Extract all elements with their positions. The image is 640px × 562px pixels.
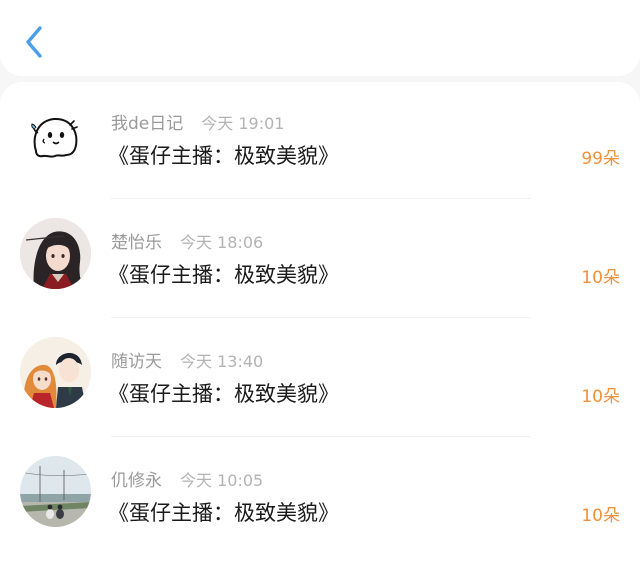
gift-list: 我de日记 今天 19:01 《蛋仔主播：极致美貌》 99朵 楚怡乐 今天 18:0… — [0, 82, 640, 562]
avatar[interactable] — [20, 99, 91, 170]
landscape-photo-avatar-icon — [20, 456, 91, 527]
timestamp: 今天 13:40 — [180, 352, 264, 371]
divider — [111, 317, 531, 318]
list-item[interactable]: 仉修永 今天 10:05 《蛋仔主播：极致美貌》 10朵 — [0, 439, 640, 558]
sender-name[interactable]: 仉修永 — [111, 471, 162, 491]
back-button[interactable] — [14, 20, 54, 64]
flower-count: 10朵 — [581, 268, 620, 288]
list-item[interactable]: 随访天 今天 13:40 《蛋仔主播：极致美貌》 10朵 — [0, 320, 640, 439]
sender-line: 楚怡乐 今天 18:06 — [111, 228, 264, 253]
sender-name[interactable]: 我de日记 — [111, 114, 183, 134]
anime-couple-avatar-icon — [20, 337, 91, 408]
ghost-sticker-icon — [31, 117, 78, 158]
item-title: 《蛋仔主播：极致美貌》 — [108, 501, 339, 525]
flower-count: 10朵 — [581, 506, 620, 526]
item-title: 《蛋仔主播：极致美貌》 — [108, 144, 339, 168]
anime-girl-avatar-icon — [20, 218, 91, 289]
sender-name[interactable]: 楚怡乐 — [111, 233, 162, 253]
flower-count: 10朵 — [581, 387, 620, 407]
divider — [111, 198, 531, 199]
list-item[interactable]: 楚怡乐 今天 18:06 《蛋仔主播：极致美貌》 10朵 — [0, 201, 640, 320]
sender-name[interactable]: 随访天 — [111, 352, 162, 372]
timestamp: 今天 18:06 — [180, 233, 264, 252]
avatar[interactable] — [20, 337, 91, 408]
list-item[interactable]: 我de日记 今天 19:01 《蛋仔主播：极致美貌》 99朵 — [0, 82, 640, 201]
avatar[interactable] — [20, 218, 91, 289]
timestamp: 今天 10:05 — [180, 471, 264, 490]
divider — [111, 436, 531, 437]
sender-line: 仉修永 今天 10:05 — [111, 466, 264, 491]
timestamp: 今天 19:01 — [201, 114, 285, 133]
flower-count: 99朵 — [581, 149, 620, 169]
chevron-left-icon — [26, 26, 42, 58]
top-bar — [0, 0, 640, 76]
sender-line: 我de日记 今天 19:01 — [111, 109, 285, 134]
avatar[interactable] — [20, 456, 91, 527]
item-title: 《蛋仔主播：极致美貌》 — [108, 263, 339, 287]
sender-line: 随访天 今天 13:40 — [111, 347, 264, 372]
item-title: 《蛋仔主播：极致美貌》 — [108, 382, 339, 406]
